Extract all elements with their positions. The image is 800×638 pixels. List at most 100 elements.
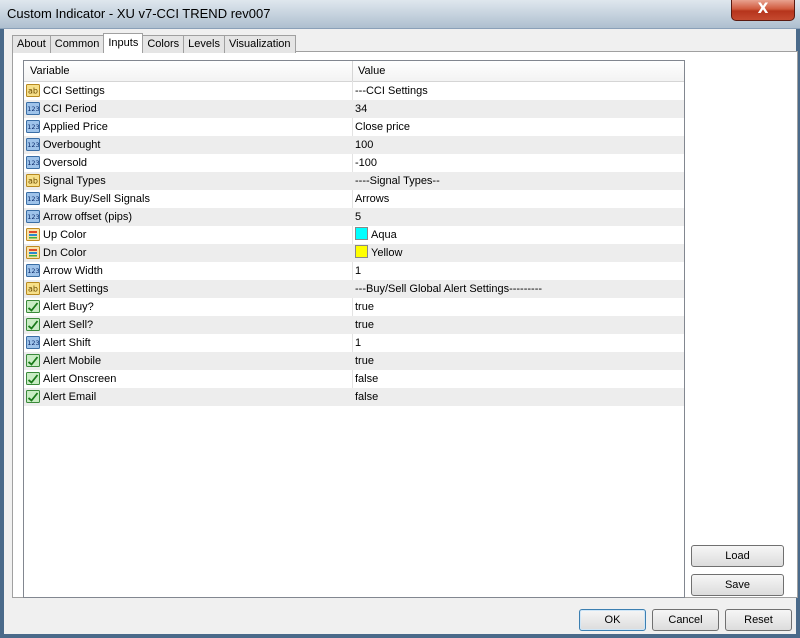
variable-name: Alert Onscreen (43, 373, 117, 385)
color-name: Yellow (371, 247, 403, 259)
variable-value[interactable]: true (355, 316, 374, 334)
variable-name: Applied Price (43, 121, 108, 133)
reset-button[interactable]: Reset (725, 609, 792, 631)
boolean-check-icon (26, 390, 40, 403)
close-button[interactable]: X (731, 0, 795, 21)
load-button[interactable]: Load (691, 545, 784, 567)
variable-name: Dn Color (43, 247, 87, 259)
table-row[interactable]: Alert Buy? true (24, 298, 684, 316)
tab-common[interactable]: Common (49, 35, 105, 53)
variable-value[interactable]: ----Signal Types-- (355, 172, 440, 190)
boolean-check-icon (26, 300, 40, 313)
variable-value[interactable]: true (355, 298, 374, 316)
numeric-123-icon: 123 (26, 264, 40, 277)
grid-header: Variable Value (24, 61, 684, 82)
cancel-button[interactable]: Cancel (652, 609, 719, 631)
variable-value[interactable]: 1 (355, 262, 361, 280)
svg-text:123: 123 (27, 195, 39, 203)
string-ab-icon: ab (26, 84, 40, 97)
variable-value[interactable]: 34 (355, 100, 367, 118)
grid-rows: ab CCI Settings ---CCI Settings 123 CCI Peri… (24, 82, 684, 406)
table-row[interactable]: 123 Alert Shift 1 (24, 334, 684, 352)
variable-name: Arrow offset (pips) (43, 211, 133, 223)
boolean-check-icon (26, 372, 40, 385)
title-bar: Custom Indicator - XU v7-CCI TREND rev00… (0, 0, 800, 29)
variable-value[interactable]: Close price (355, 118, 410, 136)
table-row[interactable]: Dn Color Yellow (24, 244, 684, 262)
table-row[interactable]: 123 Mark Buy/Sell Signals Arrows (24, 190, 684, 208)
variable-value[interactable]: ---Buy/Sell Global Alert Settings-------… (355, 280, 542, 298)
variable-value[interactable]: false (355, 388, 378, 406)
table-row[interactable]: 123 Arrow Width 1 (24, 262, 684, 280)
boolean-check-icon (26, 318, 40, 331)
variable-name: Alert Mobile (43, 355, 102, 367)
variable-value[interactable]: Yellow (355, 244, 402, 262)
color-swatch (355, 227, 368, 240)
variable-value[interactable]: ---CCI Settings (355, 82, 428, 100)
numeric-123-icon: 123 (26, 120, 40, 133)
table-row[interactable]: Alert Onscreen false (24, 370, 684, 388)
table-row[interactable]: 123 Arrow offset (pips) 5 (24, 208, 684, 226)
numeric-123-icon: 123 (26, 336, 40, 349)
numeric-123-icon: 123 (26, 192, 40, 205)
tab-strip: About Common Inputs Colors Levels Visualizati… (12, 33, 296, 53)
variable-value[interactable]: true (355, 352, 374, 370)
string-ab-icon: ab (26, 282, 40, 295)
variable-name: Alert Settings (43, 283, 109, 295)
svg-text:123: 123 (27, 123, 39, 131)
svg-text:ab: ab (28, 285, 38, 294)
numeric-123-icon: 123 (26, 210, 40, 223)
table-row[interactable]: 123 CCI Period 34 (24, 100, 684, 118)
variable-name: Mark Buy/Sell Signals (43, 193, 150, 205)
string-ab-icon: ab (26, 174, 40, 187)
numeric-123-icon: 123 (26, 102, 40, 115)
color-name: Aqua (371, 229, 397, 241)
variable-name: Alert Sell? (43, 319, 94, 331)
table-row[interactable]: ab CCI Settings ---CCI Settings (24, 82, 684, 100)
tab-levels[interactable]: Levels (183, 35, 225, 53)
color-swatch (355, 245, 368, 258)
variable-value[interactable]: 1 (355, 334, 361, 352)
variable-name: Signal Types (43, 175, 106, 187)
table-row[interactable]: Alert Mobile true (24, 352, 684, 370)
color-palette-icon (26, 228, 40, 241)
variable-value[interactable]: 100 (355, 136, 373, 154)
tab-visualization[interactable]: Visualization (223, 35, 296, 53)
variable-name: Alert Shift (43, 337, 91, 349)
column-header-variable[interactable]: Variable (24, 61, 350, 81)
table-row[interactable]: ab Signal Types ----Signal Types-- (24, 172, 684, 190)
inputs-grid[interactable]: Variable Value ab CCI Settings ---CCI Sett… (23, 60, 685, 598)
column-header-value[interactable]: Value (352, 61, 678, 81)
table-row[interactable]: Alert Sell? true (24, 316, 684, 334)
save-button[interactable]: Save (691, 574, 784, 596)
tab-about[interactable]: About (12, 35, 51, 53)
close-icon: X (757, 1, 769, 17)
table-row[interactable]: 123 Oversold -100 (24, 154, 684, 172)
variable-name: Arrow Width (43, 265, 103, 277)
ok-button[interactable]: OK (579, 609, 646, 631)
table-row[interactable]: ab Alert Settings ---Buy/Sell Global Alert… (24, 280, 684, 298)
table-row[interactable]: 123 Overbought 100 (24, 136, 684, 154)
variable-value[interactable]: -100 (355, 154, 377, 172)
table-row[interactable]: Alert Email false (24, 388, 684, 406)
variable-value[interactable]: 5 (355, 208, 361, 226)
svg-text:123: 123 (27, 213, 39, 221)
table-row[interactable]: 123 Applied Price Close price (24, 118, 684, 136)
table-row[interactable]: Up Color Aqua (24, 226, 684, 244)
numeric-123-icon: 123 (26, 156, 40, 169)
variable-name: CCI Settings (43, 85, 105, 97)
svg-text:ab: ab (28, 177, 38, 186)
tab-colors[interactable]: Colors (142, 35, 185, 53)
window-title: Custom Indicator - XU v7-CCI TREND rev00… (7, 6, 271, 21)
variable-value[interactable]: false (355, 370, 378, 388)
svg-text:123: 123 (27, 141, 39, 149)
svg-text:123: 123 (27, 267, 39, 275)
tab-inputs[interactable]: Inputs (103, 33, 144, 53)
svg-text:123: 123 (27, 159, 39, 167)
svg-text:ab: ab (28, 87, 38, 96)
variable-name: CCI Period (43, 103, 97, 115)
svg-text:123: 123 (27, 339, 39, 347)
variable-value[interactable]: Aqua (355, 226, 397, 244)
color-palette-icon (26, 246, 40, 259)
variable-value[interactable]: Arrows (355, 190, 389, 208)
